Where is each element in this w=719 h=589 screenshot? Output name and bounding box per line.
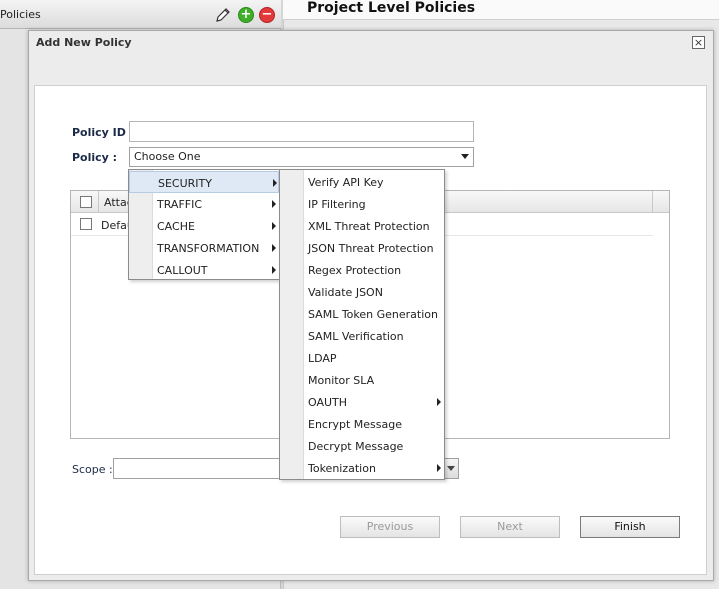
menu-item-cache[interactable]: CACHE xyxy=(129,215,279,237)
chevron-down-icon xyxy=(447,466,455,471)
row-checkbox[interactable] xyxy=(80,218,92,230)
menu-item-security[interactable]: SECURITY xyxy=(129,171,279,193)
menu-item-label: Verify API Key xyxy=(308,176,384,189)
next-button[interactable]: Next xyxy=(460,516,560,538)
chevron-down-icon xyxy=(461,154,469,159)
menu-item-ip-filtering[interactable]: IP Filtering xyxy=(280,193,444,215)
menu-item-label: CACHE xyxy=(157,220,195,233)
menu-item-saml-verification[interactable]: SAML Verification xyxy=(280,325,444,347)
menu-item-label: JSON Threat Protection xyxy=(308,242,434,255)
dialog-title: Add New Policy xyxy=(36,36,132,49)
policy-label: Policy : xyxy=(72,151,118,164)
menu-item-label: OAUTH xyxy=(308,396,348,409)
policy-id-input[interactable] xyxy=(129,121,474,142)
menu-item-json-threat-protection[interactable]: JSON Threat Protection xyxy=(280,237,444,259)
menu-item-tokenization[interactable]: Tokenization xyxy=(280,457,444,479)
menu-item-xml-threat-protection[interactable]: XML Threat Protection xyxy=(280,215,444,237)
scope-label: Scope : xyxy=(72,463,113,476)
policy-select-value: Choose One xyxy=(134,150,201,163)
menu-item-label: SECURITY xyxy=(158,177,212,190)
menu-item-ldap[interactable]: LDAP xyxy=(280,347,444,369)
menu-item-traffic[interactable]: TRAFFIC xyxy=(129,193,279,215)
menu-item-oauth[interactable]: OAUTH xyxy=(280,391,444,413)
security-submenu: Verify API Key IP Filtering XML Threat P… xyxy=(279,169,445,480)
add-icon[interactable]: + xyxy=(238,7,254,23)
menu-item-monitor-sla[interactable]: Monitor SLA xyxy=(280,369,444,391)
menu-item-label: Tokenization xyxy=(308,462,376,475)
policy-select[interactable]: Choose One xyxy=(129,147,474,167)
menu-item-decrypt-message[interactable]: Decrypt Message xyxy=(280,435,444,457)
menu-item-encrypt-message[interactable]: Encrypt Message xyxy=(280,413,444,435)
menu-item-label: Validate JSON xyxy=(308,286,383,299)
chevron-right-icon xyxy=(437,464,441,472)
pencil-icon[interactable] xyxy=(215,7,231,23)
menu-item-label: TRAFFIC xyxy=(157,198,203,211)
policies-panel-header: Policies + − xyxy=(0,0,281,29)
menu-item-transformation[interactable]: TRANSFORMATION xyxy=(129,237,279,259)
menu-item-label: Regex Protection xyxy=(308,264,402,277)
chevron-right-icon xyxy=(272,200,276,208)
menu-item-label: IP Filtering xyxy=(308,198,366,211)
chevron-right-icon xyxy=(272,244,276,252)
chevron-right-icon xyxy=(272,266,276,274)
menu-item-validate-json[interactable]: Validate JSON xyxy=(280,281,444,303)
menu-item-label: SAML Token Generation xyxy=(308,308,438,321)
menu-item-label: Decrypt Message xyxy=(308,440,404,453)
project-policies-title: Project Level Policies xyxy=(307,0,476,16)
scope-dropdown-button[interactable] xyxy=(443,459,458,478)
chevron-right-icon xyxy=(437,398,441,406)
finish-button[interactable]: Finish xyxy=(580,516,680,538)
chevron-right-icon xyxy=(273,179,277,187)
menu-item-label: Encrypt Message xyxy=(308,418,403,431)
menu-item-saml-token-generation[interactable]: SAML Token Generation xyxy=(280,303,444,325)
previous-button[interactable]: Previous xyxy=(340,516,440,538)
policy-id-label: Policy ID : xyxy=(72,126,135,139)
menu-item-label: SAML Verification xyxy=(308,330,404,343)
menu-item-label: LDAP xyxy=(308,352,337,365)
close-icon[interactable]: × xyxy=(692,36,705,49)
menu-item-verify-api-key[interactable]: Verify API Key xyxy=(280,171,444,193)
chevron-right-icon xyxy=(272,222,276,230)
menu-item-label: Monitor SLA xyxy=(308,374,375,387)
menu-item-label: TRANSFORMATION xyxy=(157,242,260,255)
remove-icon[interactable]: − xyxy=(259,7,275,23)
menu-item-regex-protection[interactable]: Regex Protection xyxy=(280,259,444,281)
menu-item-label: XML Threat Protection xyxy=(308,220,430,233)
menu-item-callout[interactable]: CALLOUT xyxy=(129,259,279,281)
header-divider xyxy=(98,191,99,213)
select-all-checkbox[interactable] xyxy=(80,196,92,208)
menu-item-label: CALLOUT xyxy=(157,264,208,277)
policies-panel-title: Policies xyxy=(0,8,41,21)
header-divider xyxy=(652,191,653,213)
policy-category-menu: SECURITY TRAFFIC CACHE TRANSFORMATION CA… xyxy=(128,169,280,280)
